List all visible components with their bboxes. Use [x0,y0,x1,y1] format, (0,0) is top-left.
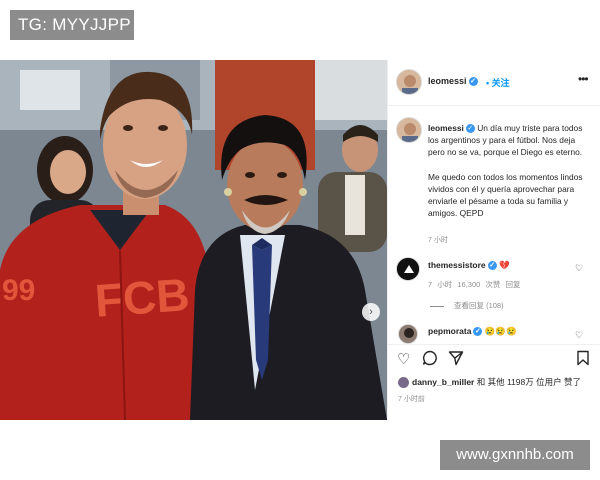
view-replies-link[interactable]: 查看回复 (108) [430,300,504,311]
liker-avatar [398,377,409,389]
bookmark-glyph [577,350,589,366]
avatar-image [397,70,421,94]
author-username[interactable]: leomessi ✓ [428,76,478,87]
verified-icon: ✓ [473,327,483,337]
likes-summary: danny_b_miller 和 其他 1198万 位用户 赞了 [398,376,581,389]
comment-bubble-icon[interactable] [422,350,438,370]
actions-divider [388,344,600,345]
avatar-image [399,325,417,343]
comment-text: 💔 [499,260,510,270]
more-options-icon[interactable]: ••• [578,72,589,86]
comment-username[interactable]: themessistore [428,260,486,270]
likes-count-text[interactable]: 和 其他 1198万 位用户 赞了 [474,377,581,387]
post-side-panel: leomessi ✓ • 关注 ••• leomessi ✓ Un día muy … [387,60,600,420]
comment-bubble-glyph [422,350,437,366]
comment-2: pepmorata ✓ 😢😢😢 [428,326,517,337]
comment-time: 7 小时 [428,280,453,289]
telegram-watermark: TG: MYYJJPP [10,10,134,40]
liker-username[interactable]: danny_b_miller [412,377,474,387]
comment-text: 😢😢😢 [484,326,517,336]
verified-icon: ✓ [468,77,478,87]
comment-meta: 7 小时 16,300 次赞 回复 [428,279,520,290]
comment-avatar[interactable] [398,324,418,344]
author-username-text[interactable]: leomessi [428,76,467,86]
share-send-glyph [448,351,464,366]
comment-1: themessistore ✓ 💔 [428,260,510,271]
comment-like-icon[interactable]: ♡ [575,263,583,274]
site-watermark: www.gxnnhb.com [440,440,590,470]
verified-icon: ✓ [465,124,475,134]
comment-avatar[interactable] [396,257,420,281]
comment-username[interactable]: pepmorata [428,326,471,336]
save-bookmark-icon[interactable] [576,350,590,370]
post-time: 7 小时前 [398,396,425,403]
svg-text:99: 99 [2,274,35,307]
svg-text:FCB: FCB [93,268,191,326]
view-replies-text[interactable]: 查看回复 (108) [454,301,504,310]
comment-like-icon[interactable]: ♡ [575,330,583,341]
header-divider [388,105,600,106]
caption-username[interactable]: leomessi [428,123,464,133]
post-photo[interactable]: FCB 99 › [0,60,387,420]
comment-reply[interactable]: 回复 [505,280,520,289]
caption-time: 7 小时 [428,237,448,244]
caption-text: Un día muy triste para todos los argenti… [428,123,583,219]
avatar-image [397,258,419,280]
verified-icon: ✓ [487,261,497,271]
follow-button[interactable]: • 关注 [486,76,510,89]
share-send-icon[interactable] [448,350,464,370]
photo-illustration: FCB 99 [0,60,387,420]
replies-dash [430,305,444,307]
caption-avatar[interactable] [396,117,422,143]
next-photo-button[interactable]: › [362,303,380,321]
like-heart-icon[interactable]: ♡ [397,350,410,368]
comment-likes[interactable]: 16,300 次赞 [457,280,500,289]
avatar-image [397,118,421,142]
follow-label[interactable]: 关注 [492,78,510,88]
caption: leomessi ✓ Un día muy triste para todos l… [428,122,593,220]
author-avatar[interactable] [396,69,422,95]
